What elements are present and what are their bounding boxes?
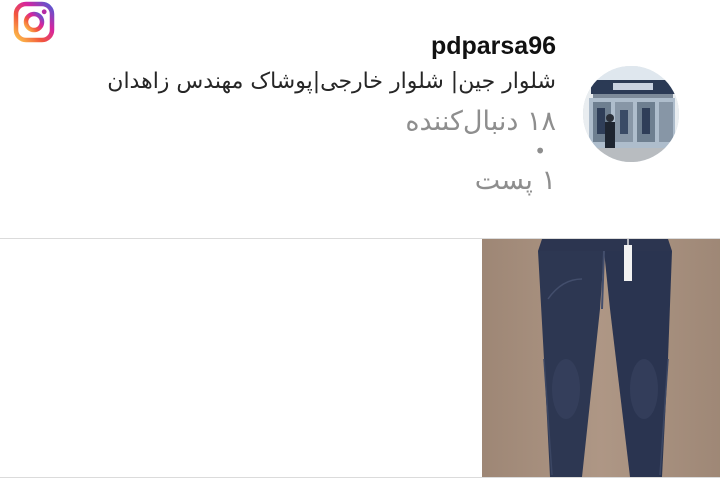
stats-separator: • — [534, 139, 546, 163]
grid-bottom-divider — [0, 477, 720, 478]
jeans-photo-icon — [482, 239, 720, 477]
profile-full-name: شلوار جین| شلوار خارجی|پوشاک مهندس زاهدا… — [107, 69, 556, 94]
profile-info: pdparsa96 شلوار جین| شلوار خارجی|پوشاک م… — [36, 26, 556, 200]
profile-page: pdparsa96 شلوار جین| شلوار خارجی|پوشاک م… — [0, 0, 720, 479]
posts-count: ۱ پست — [474, 165, 556, 196]
post-grid — [0, 239, 720, 479]
post-thumbnail[interactable] — [482, 239, 720, 477]
profile-username[interactable]: pdparsa96 — [36, 26, 556, 66]
profile-header: pdparsa96 شلوار جین| شلوار خارجی|پوشاک م… — [0, 0, 720, 238]
profile-avatar[interactable] — [583, 66, 679, 162]
followers-count[interactable]: ۱۸ دنبال‌کننده — [36, 104, 556, 140]
